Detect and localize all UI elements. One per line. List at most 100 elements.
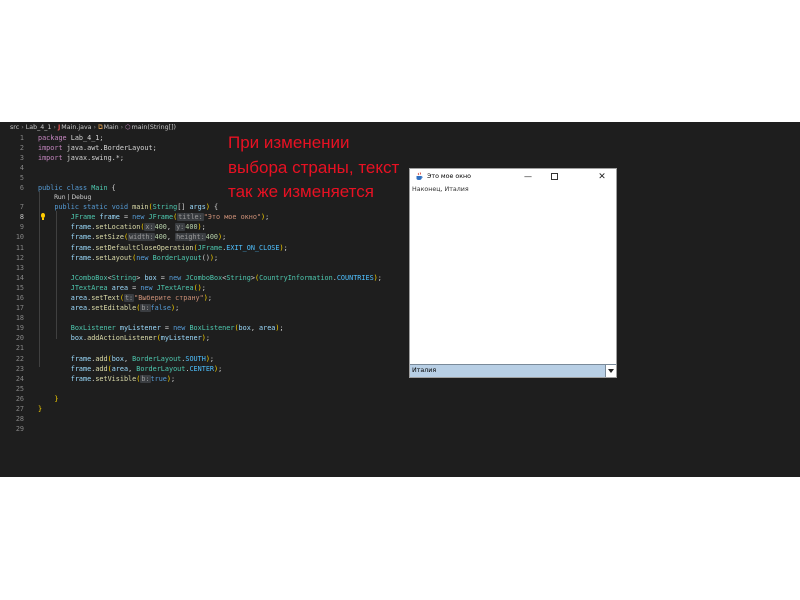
java-cup-icon <box>416 172 423 180</box>
breadcrumb-src[interactable]: src <box>10 124 19 131</box>
line-number: 5 <box>19 174 24 183</box>
line-number: 12 <box>15 253 24 262</box>
line-number: 28 <box>15 415 24 424</box>
country-combo-box[interactable]: Италия <box>410 364 616 377</box>
code-line: 25 <box>0 384 400 394</box>
code-line: 12 frame.setLayout(new BorderLayout()); <box>0 253 400 263</box>
breadcrumb-package[interactable]: Lab_4_1 <box>26 124 52 131</box>
code-line: 16 area.setText(t:"Выберите страну"); <box>0 293 400 303</box>
code-text[interactable]: BoxListener myListener = new BoxListener… <box>38 323 284 333</box>
code-text[interactable]: } <box>38 404 42 414</box>
code-text[interactable]: } <box>38 394 58 404</box>
code-line: 22 frame.add(box, BorderLayout.SOUTH); <box>0 354 400 364</box>
run-codelens[interactable]: Run <box>54 194 66 201</box>
code-line: 29 <box>0 424 400 434</box>
breadcrumb-file[interactable]: Main.java <box>61 124 91 131</box>
chevron-right-icon: › <box>93 124 97 131</box>
code-text[interactable]: frame.setSize(width:400, height:400); <box>38 232 226 242</box>
line-number: 6 <box>19 184 24 193</box>
code-line: 9 frame.setLocation(x:400, y:400); <box>0 222 400 232</box>
code-line: 21 <box>0 343 400 353</box>
window-title: Это мое окно <box>427 173 472 180</box>
line-number: 17 <box>15 304 24 313</box>
code-line: 18 <box>0 313 400 323</box>
code-line: 26 } <box>0 394 400 404</box>
method-icon: ⬡ <box>125 124 131 131</box>
line-number: 20 <box>15 334 24 343</box>
minimize-button[interactable]: — <box>516 169 540 185</box>
code-text[interactable]: package Lab_4_1; <box>38 133 104 143</box>
breadcrumb-class[interactable]: Main <box>104 124 119 131</box>
annotation-line: При изменении <box>228 133 350 152</box>
debug-codelens[interactable]: Debug <box>72 194 92 201</box>
code-text[interactable]: public static void main(String[] args) { <box>38 202 218 212</box>
java-file-icon: J <box>57 124 61 131</box>
code-line: 10 frame.setSize(width:400, height:400); <box>0 232 400 242</box>
code-text[interactable]: frame.add(box, BorderLayout.SOUTH); <box>38 354 214 364</box>
chevron-right-icon: › <box>53 124 56 131</box>
line-number: 4 <box>19 164 24 173</box>
code-text[interactable]: JComboBox<String> box = new JComboBox<St… <box>38 273 382 283</box>
code-line: 17 area.setEditable(b:false); <box>0 303 400 313</box>
code-line-active: 8 JFrame frame = new JFrame(title:"Это м… <box>0 212 400 222</box>
code-text[interactable]: import java.awt.BorderLayout; <box>38 143 157 153</box>
dropdown-arrow-button[interactable] <box>605 365 616 377</box>
combo-selected-value: Италия <box>412 367 437 374</box>
code-line: 19 BoxListener myListener = new BoxListe… <box>0 323 400 333</box>
code-line: 20 box.addActionListener(myListener); <box>0 333 400 343</box>
line-number: 13 <box>15 263 24 272</box>
line-number: 21 <box>15 344 24 353</box>
line-number: 27 <box>15 405 24 414</box>
code-text[interactable]: import javax.swing.*; <box>38 153 124 163</box>
line-number: 10 <box>15 233 24 242</box>
line-number: 3 <box>19 154 24 163</box>
line-number: 19 <box>15 324 24 333</box>
code-text[interactable]: area.setEditable(b:false); <box>38 303 179 313</box>
app-window[interactable]: Это мое окно — ✕ Наконец, Италия Италия <box>409 168 617 378</box>
line-number: 8 <box>19 213 24 222</box>
line-number: 29 <box>15 425 24 434</box>
line-number: 15 <box>15 283 24 292</box>
code-line: 27} <box>0 404 400 414</box>
line-number: 23 <box>15 364 24 373</box>
line-number: 2 <box>19 144 24 153</box>
line-number: 24 <box>15 374 24 383</box>
text-area[interactable]: Наконец, Италия <box>410 185 616 364</box>
code-line: 14 JComboBox<String> box = new JComboBox… <box>0 273 400 283</box>
line-number: 18 <box>15 314 24 323</box>
line-number: 14 <box>15 273 24 282</box>
code-text[interactable]: frame.setLayout(new BorderLayout()); <box>38 253 218 263</box>
code-text[interactable]: frame.setLocation(x:400, y:400); <box>38 222 206 232</box>
line-number: 9 <box>19 223 24 232</box>
text-area-content: Наконец, Италия <box>412 186 469 193</box>
maximize-button[interactable] <box>542 169 566 185</box>
chevron-right-icon: › <box>21 124 24 131</box>
close-button[interactable]: ✕ <box>590 169 614 185</box>
line-number: 7 <box>19 203 24 212</box>
line-number: 22 <box>15 354 24 363</box>
code-line: 11 frame.setDefaultCloseOperation(JFrame… <box>0 243 400 253</box>
maximize-icon <box>551 173 558 180</box>
code-text[interactable]: area.setText(t:"Выберите страну"); <box>38 293 212 303</box>
line-number: 1 <box>19 134 24 142</box>
title-bar[interactable]: Это мое окно — ✕ <box>410 169 616 185</box>
code-line: 28 <box>0 414 400 424</box>
line-number: 11 <box>15 243 24 252</box>
code-text[interactable]: frame.add(area, BorderLayout.CENTER); <box>38 364 222 374</box>
code-text[interactable]: box.addActionListener(myListener); <box>38 333 210 343</box>
line-number: 26 <box>15 394 24 403</box>
code-line: 24 frame.setVisible(b:true); <box>0 374 400 384</box>
code-text[interactable]: JFrame frame = new JFrame(title:"Это мое… <box>38 212 269 222</box>
code-text[interactable]: JTextArea area = new JTextArea(); <box>38 283 206 293</box>
code-line: 23 frame.add(area, BorderLayout.CENTER); <box>0 364 400 374</box>
breadcrumb-method[interactable]: main(String[]) <box>132 124 176 131</box>
line-number: 25 <box>15 384 24 393</box>
code-line: 13 <box>0 263 400 273</box>
code-text[interactable]: public class Main { <box>38 183 116 193</box>
chevron-right-icon: › <box>120 124 124 131</box>
code-text[interactable]: frame.setVisible(b:true); <box>38 374 175 384</box>
class-icon: ⧉ <box>98 124 103 131</box>
chevron-down-icon <box>608 369 614 373</box>
line-number: 16 <box>15 294 24 302</box>
code-text[interactable]: frame.setDefaultCloseOperation(JFrame.EX… <box>38 243 288 253</box>
